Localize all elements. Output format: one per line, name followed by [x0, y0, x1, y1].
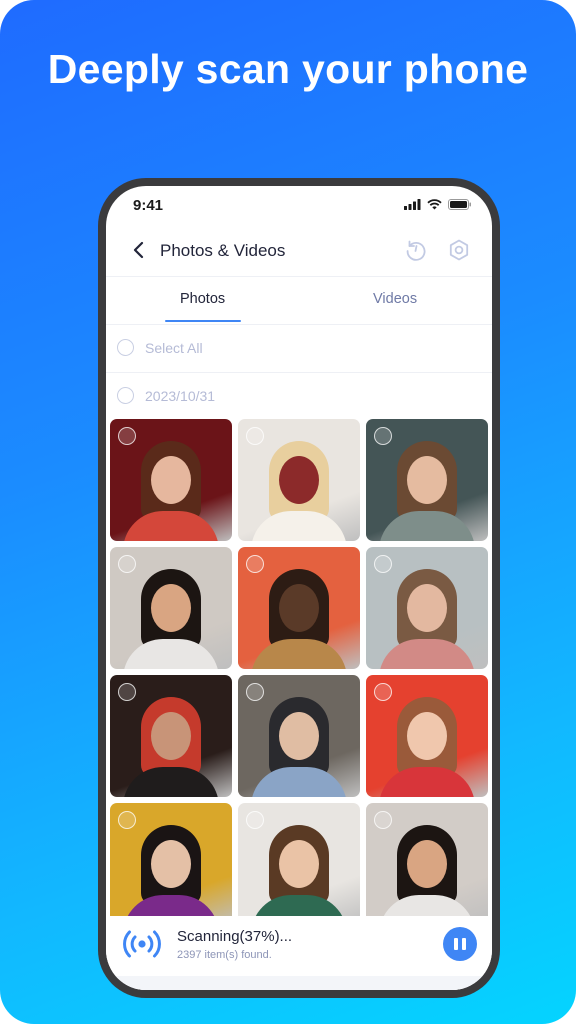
photo-subject-face — [407, 455, 447, 504]
photo-subject-body — [379, 767, 475, 797]
pause-icon — [462, 938, 466, 950]
photo-select-checkbox[interactable] — [374, 683, 392, 701]
photo-thumbnail[interactable] — [366, 803, 488, 925]
photo-thumbnail[interactable] — [110, 803, 232, 925]
promo-headline: Deeply scan your phone — [47, 46, 529, 92]
battery-icon — [448, 199, 471, 210]
history-icon[interactable] — [404, 238, 428, 262]
page-title: Photos & Videos — [160, 241, 286, 260]
phone-frame: 9:41 Photos & Videos Photos Videos Selec… — [98, 178, 500, 998]
scan-progress-title: Scanning(37%)... — [177, 928, 293, 945]
home-indicator-area — [106, 976, 492, 990]
photo-subject-face — [279, 455, 319, 504]
cellular-signal-icon — [404, 199, 421, 210]
photo-thumbnail[interactable] — [110, 547, 232, 669]
photo-subject-face — [151, 839, 191, 888]
photo-thumbnail[interactable] — [366, 675, 488, 797]
photo-select-checkbox[interactable] — [246, 683, 264, 701]
select-all-row[interactable]: Select All — [106, 324, 492, 372]
pause-icon — [454, 938, 458, 950]
photo-subject-face — [279, 711, 319, 760]
pause-scan-button[interactable] — [443, 927, 477, 961]
broadcast-icon — [123, 930, 161, 958]
nav-bar: Photos & Videos — [106, 228, 492, 276]
photo-thumbnail[interactable] — [366, 419, 488, 541]
photo-select-checkbox[interactable] — [246, 427, 264, 445]
photo-subject-body — [379, 511, 475, 541]
photo-select-checkbox[interactable] — [118, 811, 136, 829]
photo-thumbnail[interactable] — [110, 419, 232, 541]
photo-thumbnail[interactable] — [110, 675, 232, 797]
photo-thumbnail[interactable] — [238, 803, 360, 925]
chevron-left-icon[interactable] — [128, 238, 150, 262]
scan-status-bar: Scanning(37%)... 2397 item(s) found. — [106, 916, 492, 990]
select-all-label: Select All — [145, 340, 203, 356]
photo-select-checkbox[interactable] — [374, 811, 392, 829]
scan-found-count: 2397 item(s) found. — [177, 949, 272, 961]
select-all-checkbox[interactable] — [117, 339, 134, 356]
photo-thumbnail[interactable] — [238, 419, 360, 541]
photo-subject-body — [251, 511, 347, 541]
date-group-label: 2023/10/31 — [145, 388, 216, 404]
photo-select-checkbox[interactable] — [246, 555, 264, 573]
status-icons — [404, 199, 472, 210]
photo-subject-body — [123, 511, 219, 541]
gear-icon[interactable] — [447, 238, 471, 262]
photo-subject-face — [407, 839, 447, 888]
photo-subject-face — [407, 711, 447, 760]
date-group-row[interactable]: 2023/10/31 — [106, 372, 492, 420]
promo-background: Deeply scan your phone 9:41 Photos & Vid… — [0, 0, 576, 1024]
photo-subject-body — [251, 767, 347, 797]
tab-videos[interactable]: Videos — [373, 291, 417, 307]
status-bar: 9:41 — [106, 186, 492, 226]
wifi-icon — [427, 199, 442, 210]
photo-subject-face — [151, 583, 191, 632]
photo-subject-face — [279, 583, 319, 632]
active-tab-indicator — [165, 320, 241, 322]
photo-select-checkbox[interactable] — [374, 555, 392, 573]
photo-subject-face — [279, 839, 319, 888]
photo-subject-body — [251, 639, 347, 669]
photo-thumbnail[interactable] — [238, 675, 360, 797]
phone-screen: 9:41 Photos & Videos Photos Videos Selec… — [106, 186, 492, 990]
photo-subject-body — [123, 639, 219, 669]
photo-subject-body — [123, 767, 219, 797]
photo-select-checkbox[interactable] — [374, 427, 392, 445]
photo-subject-body — [379, 639, 475, 669]
photo-select-checkbox[interactable] — [246, 811, 264, 829]
tab-photos[interactable]: Photos — [180, 291, 225, 307]
photo-subject-face — [151, 455, 191, 504]
photo-grid — [110, 419, 488, 925]
photo-subject-face — [151, 711, 191, 760]
photo-subject-face — [407, 583, 447, 632]
photo-select-checkbox[interactable] — [118, 555, 136, 573]
date-group-checkbox[interactable] — [117, 387, 134, 404]
photo-thumbnail[interactable] — [366, 547, 488, 669]
photo-select-checkbox[interactable] — [118, 427, 136, 445]
photo-thumbnail[interactable] — [238, 547, 360, 669]
photo-select-checkbox[interactable] — [118, 683, 136, 701]
tab-bar: Photos Videos — [106, 277, 492, 323]
status-time: 9:41 — [133, 197, 164, 214]
